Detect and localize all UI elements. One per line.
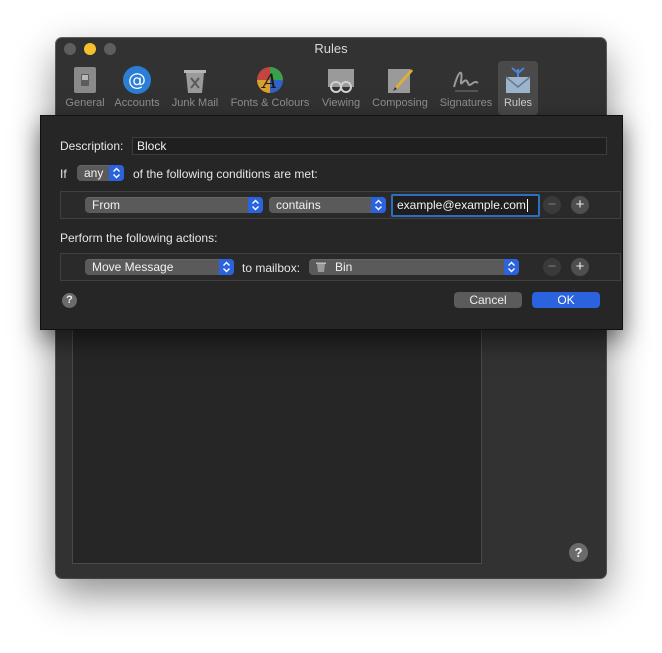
trash-icon xyxy=(316,262,326,272)
select-arrows-icon xyxy=(371,197,386,213)
condition-value-input[interactable]: example@example.com xyxy=(391,194,540,217)
select-arrows-icon xyxy=(109,165,124,181)
condition-field-value: From xyxy=(92,198,120,212)
select-arrows-icon xyxy=(504,259,519,275)
conditions-label: of the following conditions are met: xyxy=(133,167,318,181)
remove-action-button[interactable]: − xyxy=(543,258,561,276)
junk-bin-icon xyxy=(184,70,206,93)
pencil-icon xyxy=(388,69,413,93)
sheet-help-button[interactable]: ? xyxy=(62,293,77,308)
svg-text:@: @ xyxy=(128,70,146,91)
toolbar-label-accounts: Accounts xyxy=(114,97,160,109)
action-type-select[interactable]: Move Message xyxy=(85,259,234,275)
help-button[interactable]: ? xyxy=(569,543,588,562)
toolbar-label-signatures: Signatures xyxy=(439,97,493,109)
select-arrows-icon xyxy=(248,197,263,213)
action-type-value: Move Message xyxy=(92,260,174,274)
toolbar-item-rules[interactable]: Rules xyxy=(498,61,538,115)
select-arrows-icon xyxy=(219,259,234,275)
toolbar-label-composing: Composing xyxy=(372,97,428,109)
toolbar-label-rules: Rules xyxy=(503,97,533,109)
window-title: Rules xyxy=(314,41,348,56)
if-label: If xyxy=(60,167,67,181)
mailbox-value: Bin xyxy=(335,260,353,274)
toolbar-item-composing[interactable]: Composing xyxy=(368,61,432,115)
toolbar-item-viewing[interactable]: Viewing xyxy=(316,61,366,115)
rule-editor-sheet: Description: Block If any of the followi… xyxy=(40,115,623,330)
condition-field-select[interactable]: From xyxy=(85,197,263,213)
condition-value-text: example@example.com xyxy=(397,198,526,212)
toolbar-label-general: General xyxy=(65,97,105,109)
match-any-all-select[interactable]: any xyxy=(77,165,124,181)
add-action-button[interactable]: + xyxy=(571,258,589,276)
palette-icon: A xyxy=(257,67,283,93)
remove-condition-button[interactable]: − xyxy=(543,196,561,214)
preferences-toolbar: General @ Accounts Junk Mail A Fonts & C… xyxy=(56,60,606,116)
toolbar-label-junk-mail: Junk Mail xyxy=(171,97,219,109)
rules-list[interactable] xyxy=(72,316,482,564)
condition-operator-value: contains xyxy=(276,198,321,212)
description-label: Description: xyxy=(60,139,124,153)
toolbar-item-signatures[interactable]: Signatures xyxy=(435,61,497,115)
toolbar-item-fonts-colours[interactable]: A Fonts & Colours xyxy=(226,61,314,115)
toolbar-label-viewing: Viewing xyxy=(321,97,361,109)
rules-envelope-icon xyxy=(505,67,531,93)
cancel-button[interactable]: Cancel xyxy=(454,292,522,308)
text-caret xyxy=(526,199,528,213)
glasses-icon xyxy=(328,69,354,93)
toolbar-item-accounts[interactable]: @ Accounts xyxy=(110,61,164,115)
light-switch-icon xyxy=(74,67,96,93)
at-sign-icon: @ xyxy=(123,66,151,94)
add-condition-button[interactable]: + xyxy=(571,196,589,214)
description-field[interactable]: Block xyxy=(132,137,607,155)
toolbar-label-fonts-colours: Fonts & Colours xyxy=(230,97,310,109)
signature-icon xyxy=(453,71,479,92)
actions-label: Perform the following actions: xyxy=(60,231,218,245)
to-mailbox-label: to mailbox: xyxy=(242,261,301,275)
mailbox-select[interactable]: Bin xyxy=(309,259,519,275)
condition-operator-select[interactable]: contains xyxy=(269,197,386,213)
svg-text:A: A xyxy=(261,69,277,93)
ok-button[interactable]: OK xyxy=(532,292,600,308)
match-select-value: any xyxy=(84,166,104,180)
toolbar-item-general[interactable]: General xyxy=(60,61,110,115)
toolbar-item-junk-mail[interactable]: Junk Mail xyxy=(166,61,224,115)
title-bar: Rules xyxy=(56,38,606,60)
